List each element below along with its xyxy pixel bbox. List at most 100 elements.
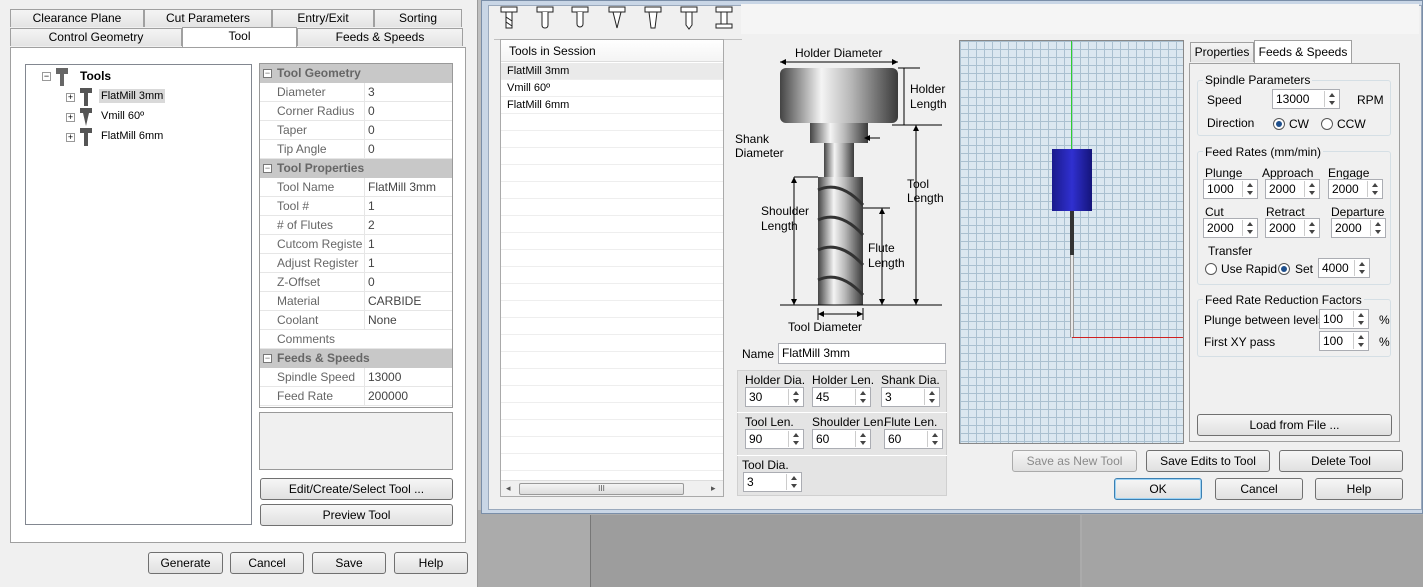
- ball-mill-tool-icon[interactable]: [566, 3, 594, 33]
- tool-geometry-category[interactable]: − Tool Geometry: [260, 64, 452, 83]
- spin-arrows-icon[interactable]: [1304, 220, 1318, 236]
- property-row[interactable]: Coolant None: [260, 311, 452, 330]
- feed-rate-input[interactable]: 1000: [1203, 179, 1258, 199]
- expand-icon[interactable]: +: [66, 113, 75, 122]
- property-row[interactable]: Cutcom Registe 1: [260, 235, 452, 254]
- spin-arrows-icon[interactable]: [1304, 181, 1318, 197]
- feed-rate-input[interactable]: 2000: [1265, 218, 1320, 238]
- property-value[interactable]: 0: [364, 273, 452, 291]
- property-value[interactable]: FlatMill 3mm: [364, 178, 452, 196]
- spin-arrows-icon[interactable]: [786, 474, 800, 490]
- transfer-input[interactable]: 4000: [1318, 258, 1370, 278]
- cancel-button[interactable]: Cancel: [230, 552, 304, 574]
- property-row[interactable]: Z-Offset 0: [260, 273, 452, 292]
- list-item[interactable]: Vmill 60º: [501, 80, 723, 97]
- dimension-input[interactable]: 3: [881, 387, 940, 407]
- v-mill-tool-icon[interactable]: [603, 3, 631, 33]
- flat-mill-tool-icon[interactable]: [495, 3, 523, 33]
- property-value[interactable]: 3: [364, 83, 452, 101]
- property-row[interactable]: Spindle Speed 13000: [260, 368, 452, 387]
- tool-name-field[interactable]: FlatMill 3mm: [778, 343, 946, 364]
- property-value[interactable]: 13000: [364, 368, 452, 386]
- property-row[interactable]: Corner Radius 0: [260, 102, 452, 121]
- collapse-icon[interactable]: −: [263, 69, 272, 78]
- tool-preview-viewport[interactable]: [959, 40, 1184, 444]
- speed-input[interactable]: 13000: [1272, 89, 1340, 109]
- spin-arrows-icon[interactable]: [1370, 220, 1384, 236]
- feed-rate-input[interactable]: 2000: [1203, 218, 1258, 238]
- spin-arrows-icon[interactable]: [1242, 181, 1256, 197]
- first-xy-input[interactable]: 100: [1319, 331, 1369, 351]
- tool-properties-category[interactable]: − Tool Properties: [260, 159, 452, 178]
- collapse-icon[interactable]: −: [263, 354, 272, 363]
- property-value[interactable]: 1: [364, 235, 452, 253]
- property-value[interactable]: CARBIDE: [364, 292, 452, 310]
- property-row[interactable]: Feed Rate 200000: [260, 387, 452, 406]
- save-edits-to-tool-button[interactable]: Save Edits to Tool: [1146, 450, 1270, 472]
- property-grid[interactable]: − Tool Geometry Diameter 3 Corner Radius 0 Tap…: [259, 63, 453, 408]
- scroll-left-icon[interactable]: ◂: [506, 483, 511, 494]
- slot-mill-tool-icon[interactable]: [710, 3, 738, 33]
- expand-icon[interactable]: +: [66, 93, 75, 102]
- edit-create-select-tool-button[interactable]: Edit/Create/Select Tool ...: [260, 478, 453, 500]
- drill-tool-icon[interactable]: [675, 3, 703, 33]
- feeds-speeds-category[interactable]: − Feeds & Speeds: [260, 349, 452, 368]
- scroll-right-icon[interactable]: ▸: [711, 483, 716, 494]
- dimension-input[interactable]: 60: [812, 429, 871, 449]
- property-row[interactable]: Taper 0: [260, 121, 452, 140]
- feed-rate-input[interactable]: 2000: [1265, 179, 1320, 199]
- help-button[interactable]: Help: [394, 552, 468, 574]
- list-header[interactable]: Tools in Session: [501, 40, 723, 62]
- dimension-input[interactable]: 3: [743, 472, 802, 492]
- tab-clearance-plane[interactable]: Clearance Plane: [10, 9, 144, 27]
- tab-cut-parameters[interactable]: Cut Parameters: [144, 9, 272, 27]
- tab-feeds-speeds[interactable]: Feeds & Speeds: [297, 28, 463, 46]
- save-button[interactable]: Save: [312, 552, 386, 574]
- save-as-new-tool-button[interactable]: Save as New Tool: [1012, 450, 1137, 472]
- spin-arrows-icon[interactable]: [1324, 91, 1338, 107]
- collapse-icon[interactable]: −: [263, 164, 272, 173]
- property-value[interactable]: 0: [364, 102, 452, 120]
- property-value[interactable]: 0: [364, 121, 452, 139]
- tree-collapse-icon[interactable]: −: [42, 72, 51, 81]
- spin-arrows-icon[interactable]: [855, 389, 869, 405]
- tree-item[interactable]: + Vmill 60º: [66, 107, 206, 127]
- feed-rate-input[interactable]: 2000: [1328, 179, 1383, 199]
- delete-tool-button[interactable]: Delete Tool: [1279, 450, 1403, 472]
- property-row[interactable]: Material CARBIDE: [260, 292, 452, 311]
- dimension-input[interactable]: 45: [812, 387, 871, 407]
- property-value[interactable]: 1: [364, 197, 452, 215]
- ccw-radio[interactable]: [1321, 118, 1333, 130]
- plunge-levels-input[interactable]: 100: [1319, 309, 1369, 329]
- property-row[interactable]: Tool # 1: [260, 197, 452, 216]
- spin-arrows-icon[interactable]: [1242, 220, 1256, 236]
- property-value[interactable]: None: [364, 311, 452, 329]
- dialog-help-button[interactable]: Help: [1315, 478, 1403, 500]
- property-row[interactable]: Adjust Register 1: [260, 254, 452, 273]
- property-value[interactable]: 0: [364, 140, 452, 158]
- property-row[interactable]: Tool Name FlatMill 3mm: [260, 178, 452, 197]
- load-from-file-button[interactable]: Load from File ...: [1197, 414, 1392, 436]
- tree-item[interactable]: + FlatMill 6mm: [66, 127, 206, 147]
- property-row[interactable]: # of Flutes 2: [260, 216, 452, 235]
- bull-mill-tool-icon[interactable]: [531, 3, 559, 33]
- horizontal-scrollbar[interactable]: ◂ III ▸: [501, 480, 723, 496]
- tree-item[interactable]: + FlatMill 3mm: [66, 87, 206, 107]
- property-row[interactable]: Comments: [260, 330, 452, 349]
- tab-feeds-speeds-dialog[interactable]: Feeds & Speeds: [1254, 40, 1352, 64]
- spin-arrows-icon[interactable]: [1354, 260, 1368, 276]
- tab-tool[interactable]: Tool: [182, 27, 297, 48]
- tab-entry-exit[interactable]: Entry/Exit: [272, 9, 374, 27]
- cw-radio[interactable]: [1273, 118, 1285, 130]
- dimension-input[interactable]: 90: [745, 429, 804, 449]
- spin-arrows-icon[interactable]: [1367, 181, 1381, 197]
- spin-arrows-icon[interactable]: [1353, 311, 1367, 327]
- spin-arrows-icon[interactable]: [788, 431, 802, 447]
- dialog-cancel-button[interactable]: Cancel: [1215, 478, 1303, 500]
- list-item[interactable]: FlatMill 6mm: [501, 97, 723, 114]
- spin-arrows-icon[interactable]: [924, 389, 938, 405]
- tool-tree[interactable]: − Tools + FlatMill 3mm + Vmill 60º + Fla…: [25, 64, 252, 525]
- preview-tool-button[interactable]: Preview Tool: [260, 504, 453, 526]
- scroll-thumb[interactable]: III: [519, 483, 684, 495]
- ok-button[interactable]: OK: [1114, 478, 1202, 500]
